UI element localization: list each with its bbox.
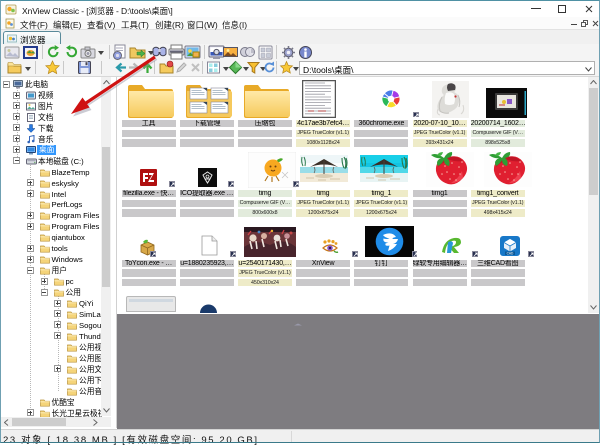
svg-text:CAD: CAD <box>506 251 513 255</box>
